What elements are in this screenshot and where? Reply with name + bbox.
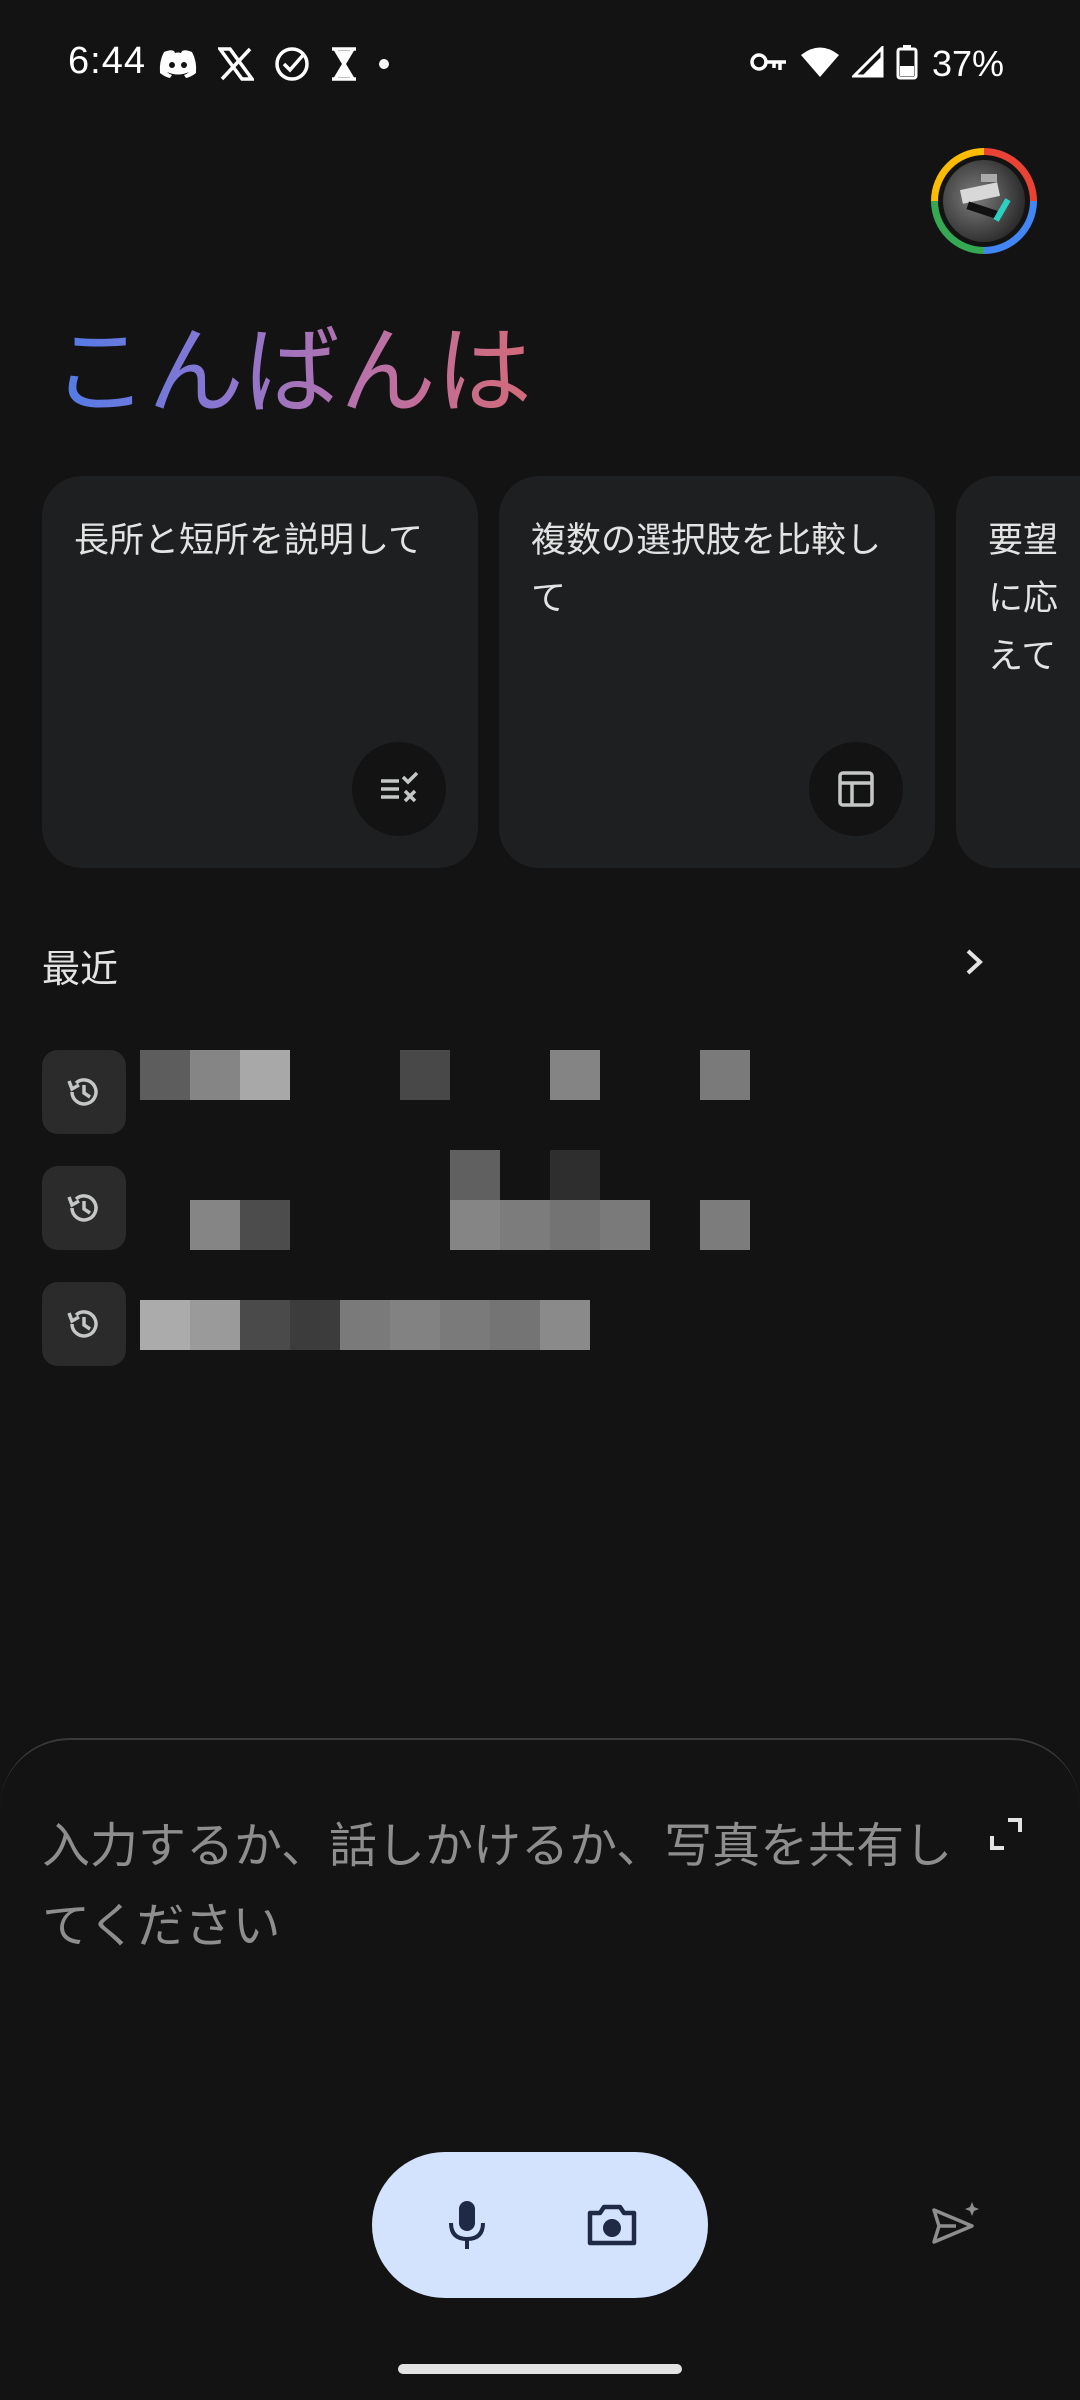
recent-item-title (150, 1166, 950, 1250)
recent-item-title (150, 1282, 950, 1366)
recent-list (42, 1050, 1042, 1398)
suggestion-card-compare[interactable]: 複数の選択肢を比較して (499, 476, 935, 868)
recent-item-title (150, 1050, 950, 1134)
history-icon (42, 1282, 126, 1366)
battery-percentage: 37% (931, 43, 1004, 84)
signal-icon (850, 44, 884, 82)
suggestion-text: 複数の選択肢を比較して (531, 521, 882, 619)
home-indicator[interactable] (398, 2364, 682, 2374)
battery-icon (896, 44, 918, 84)
microphone-icon[interactable] (427, 2185, 507, 2265)
recent-item[interactable] (42, 1166, 1042, 1282)
suggestion-carousel: 長所と短所を説明して 複数の選択肢を比較して 要望に応えて (42, 476, 1080, 868)
suggestion-text: 要望に応えて (988, 521, 1059, 677)
recent-section-title: 最近 (42, 947, 119, 991)
chevron-right-icon[interactable] (952, 940, 996, 984)
history-icon (42, 1050, 126, 1134)
expand-icon[interactable] (982, 1810, 1030, 1858)
status-time: 6:44 (68, 40, 146, 82)
table-icon (809, 742, 903, 836)
greeting-title: こんばんは (52, 312, 532, 432)
recent-item[interactable] (42, 1050, 1042, 1166)
discord-icon (158, 49, 198, 79)
dot-icon (378, 58, 390, 70)
input-sheet (0, 1738, 1080, 2400)
history-icon (42, 1166, 126, 1250)
x-icon (218, 47, 254, 81)
hourglass-icon (330, 47, 358, 81)
system-icons: 37% (750, 43, 1004, 84)
compare-list-icon (352, 742, 446, 836)
send-icon[interactable] (922, 2192, 988, 2258)
voice-camera-pill (372, 2152, 708, 2298)
vpn-key-icon (750, 50, 788, 78)
wifi-icon (800, 46, 840, 82)
check-circle-icon (274, 46, 310, 82)
recent-item[interactable] (42, 1282, 1042, 1398)
prompt-input[interactable] (42, 1806, 962, 1976)
account-avatar[interactable] (931, 148, 1037, 254)
status-bar: 6:44 37% (0, 0, 1080, 128)
suggestion-card-request[interactable]: 要望に応えて (956, 476, 1080, 868)
camera-icon[interactable] (572, 2185, 652, 2265)
suggestion-card-pros-cons[interactable]: 長所と短所を説明して (42, 476, 478, 868)
avatar-photo (943, 160, 1025, 242)
suggestion-text: 長所と短所を説明して (74, 521, 423, 561)
notification-icons (158, 44, 390, 84)
